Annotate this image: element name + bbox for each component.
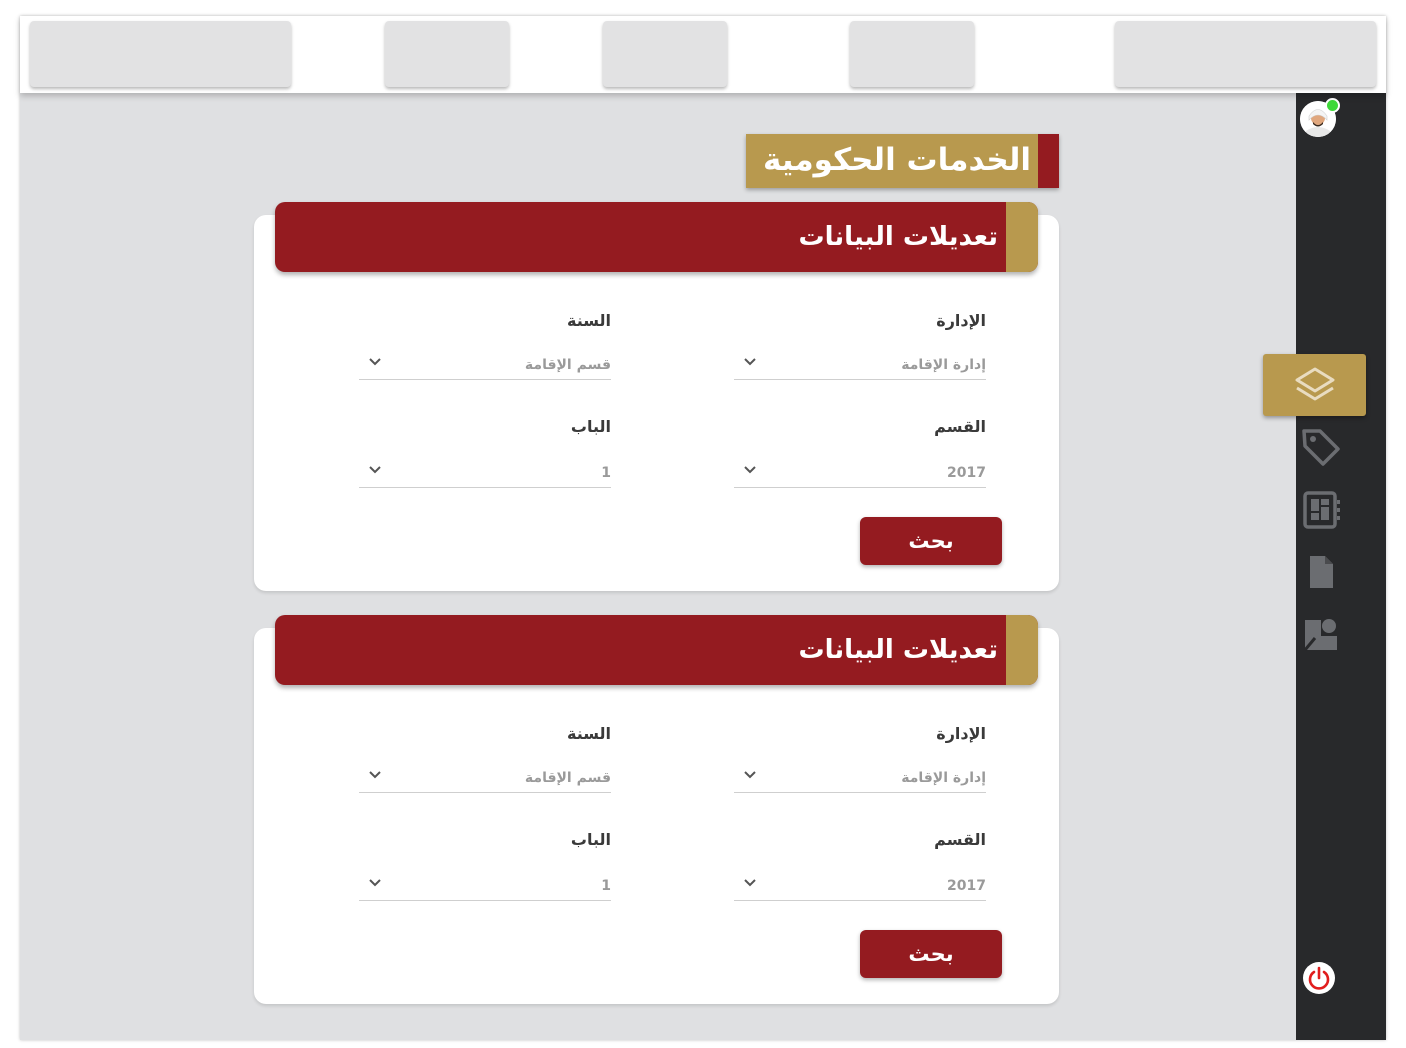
sidebar-item-shapes[interactable]: [1276, 606, 1366, 662]
layers-icon: [1295, 367, 1334, 401]
department-value: إدارة الإقامة: [901, 770, 986, 786]
page-title: الخدمات الحكومية: [746, 134, 1059, 188]
department-select[interactable]: إدارة الإقامة: [734, 762, 986, 793]
shapes-icon: [1303, 619, 1337, 651]
chevron-down-icon: [369, 358, 381, 366]
top-tab-2[interactable]: [385, 21, 509, 87]
section-label: القسم: [934, 830, 986, 849]
department-select[interactable]: إدارة الإقامة: [734, 349, 986, 380]
chapter-label: الباب: [570, 830, 611, 849]
data-changes-card-2: تعديلات البيانات الإدارة إدارة الإقامة ا…: [254, 615, 1059, 1004]
chevron-down-icon: [369, 466, 381, 474]
chapter-select[interactable]: 1: [359, 457, 611, 488]
online-status-dot: [1325, 98, 1340, 113]
sidebar-item-layers[interactable]: [1263, 354, 1366, 416]
page-title-stripe: [1038, 134, 1059, 188]
section-value: 2017: [947, 878, 986, 894]
year-value: قسم الإقامة: [524, 357, 611, 373]
data-changes-card-1: تعديلات البيانات الإدارة إدارة الإقامة ا…: [254, 202, 1059, 591]
year-select[interactable]: قسم الإقامة: [359, 349, 611, 380]
section-label: القسم: [934, 417, 986, 436]
chevron-down-icon: [744, 358, 756, 366]
card-header-accent: [1006, 615, 1038, 685]
chevron-down-icon: [744, 879, 756, 887]
section-value: 2017: [947, 465, 986, 481]
year-value: قسم الإقامة: [524, 770, 611, 786]
tag-icon: [1302, 429, 1340, 466]
section-select[interactable]: 2017: [734, 457, 986, 488]
department-label: الإدارة: [936, 311, 986, 330]
chevron-down-icon: [369, 771, 381, 779]
top-bar: [20, 16, 1386, 93]
card-header-accent: [1006, 202, 1038, 272]
top-tab-5[interactable]: [1115, 21, 1376, 87]
top-tab-3[interactable]: [603, 21, 727, 87]
app-window: الخدمات الحكومية تعديلات البيانات الإدار…: [20, 16, 1386, 1040]
card-header: تعديلات البيانات: [275, 615, 1038, 685]
sidebar-item-documents[interactable]: [1276, 544, 1366, 600]
document-icon: [1310, 556, 1333, 588]
logout-button[interactable]: [1303, 962, 1335, 994]
power-icon: [1308, 966, 1330, 990]
chevron-down-icon: [744, 771, 756, 779]
chevron-down-icon: [369, 879, 381, 887]
search-button[interactable]: بحث: [860, 517, 1002, 565]
year-label: السنة: [566, 724, 611, 743]
top-tab-1[interactable]: [30, 21, 291, 87]
card-title: تعديلات البيانات: [798, 635, 998, 665]
page-title-text: الخدمات الحكومية: [762, 142, 1031, 178]
chapter-select[interactable]: 1: [359, 870, 611, 901]
search-button[interactable]: بحث: [860, 930, 1002, 978]
chapter-label: الباب: [570, 417, 611, 436]
card-header: تعديلات البيانات: [275, 202, 1038, 272]
chapter-value: 1: [601, 465, 611, 481]
section-select[interactable]: 2017: [734, 870, 986, 901]
year-select[interactable]: قسم الإقامة: [359, 762, 611, 793]
dashboard-icon: [1303, 491, 1340, 529]
chapter-value: 1: [601, 878, 611, 894]
sidebar-item-dashboard[interactable]: [1276, 482, 1366, 538]
sidebar-item-tags[interactable]: [1276, 419, 1366, 475]
card-title: تعديلات البيانات: [798, 222, 998, 252]
year-label: السنة: [566, 311, 611, 330]
department-label: الإدارة: [936, 724, 986, 743]
chevron-down-icon: [744, 466, 756, 474]
department-value: إدارة الإقامة: [901, 357, 986, 373]
top-tab-4[interactable]: [850, 21, 974, 87]
